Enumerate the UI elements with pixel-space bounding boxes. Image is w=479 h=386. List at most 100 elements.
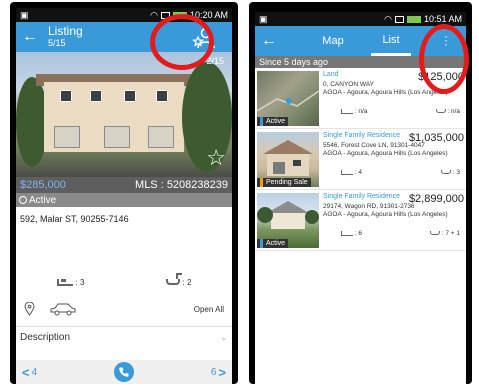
- beds-feature: : 4: [341, 169, 362, 176]
- status-tag-label: Active: [266, 240, 286, 247]
- baths-count: : n/a: [447, 108, 460, 115]
- list-item[interactable]: Pending Sale Single Family Residence $1,…: [255, 129, 466, 190]
- page-counter: 5/15: [48, 37, 66, 48]
- description-label: Description: [20, 332, 71, 343]
- status-tag: Active: [257, 117, 289, 126]
- wifi-icon: ◠: [150, 9, 158, 20]
- status-color-bar: [260, 117, 263, 126]
- listing-photo[interactable]: 2/15 ☆: [16, 52, 232, 177]
- next-listing-button[interactable]: 6 >: [211, 365, 226, 380]
- wifi-icon: ◠: [384, 13, 392, 24]
- map-pin-icon[interactable]: [24, 302, 35, 316]
- bed-icon: [341, 169, 353, 175]
- photo-garage: [104, 126, 130, 148]
- chevron-down-icon: ⌄: [219, 332, 228, 343]
- status-label: Active: [29, 194, 57, 206]
- listing-address: 5546, Forest Cove LN, 91301-4047 AGOA - …: [323, 142, 464, 158]
- beds-feature: : 3: [56, 277, 85, 287]
- notification-icon: ▣: [20, 9, 29, 20]
- beds-count: : 3: [75, 277, 85, 287]
- beds-count: : n/a: [354, 108, 368, 115]
- title-block: Listing 5/15: [48, 25, 83, 48]
- listing-info: Single Family Residence $2,899,000 29174…: [323, 193, 464, 237]
- back-arrow-icon[interactable]: ←: [261, 32, 279, 50]
- price-bar: $285,000 MLS : 5208238239: [16, 177, 232, 193]
- baths-count: : 7 + 1: [441, 230, 460, 237]
- open-all-link[interactable]: Open All: [194, 305, 224, 314]
- battery-icon: [406, 15, 421, 23]
- baths-feature: : 2: [165, 273, 192, 287]
- listing-features: : 4 : 3: [341, 169, 460, 176]
- baths-feature: : n/a: [435, 108, 460, 115]
- bath-icon: [429, 231, 440, 236]
- beds-count: : 6: [354, 230, 363, 237]
- bath-icon: [440, 170, 451, 175]
- listing-detail-phone: ▣ ◠ 10:20 AM ← Listing 5/15 2/15 ☆ $285,…: [10, 2, 238, 384]
- car-icon[interactable]: [49, 302, 77, 316]
- clock: 10:51 AM: [423, 14, 462, 24]
- photo-window: [60, 90, 72, 102]
- previous-number: 4: [31, 366, 38, 378]
- bottom-nav: < 4 6 >: [16, 360, 232, 384]
- status-color-bar: [260, 178, 263, 187]
- listing-price: $285,000: [20, 179, 66, 191]
- photo-window: [124, 90, 136, 102]
- baths-feature: : 7 + 1: [429, 230, 460, 237]
- status-color-bar: [260, 239, 263, 248]
- chevron-right-icon: >: [218, 364, 226, 380]
- address-line2: AGOA - Agoura, Agoura Hills (Los Angeles…: [323, 150, 448, 158]
- list-item[interactable]: Active Single Family Residence $2,899,00…: [255, 190, 466, 251]
- beds-feature: : n/a: [341, 108, 367, 115]
- listing-price: $2,899,000: [408, 193, 464, 205]
- listings-list-phone: ▣ ◠ 10:51 AM ← Map List · · · Since 5 days…: [249, 2, 472, 384]
- previous-listing-button[interactable]: < 4: [22, 365, 37, 380]
- signal-icon: [394, 15, 404, 23]
- listing-features: : n/a : n/a: [341, 108, 460, 115]
- chevron-left-icon: <: [22, 364, 30, 380]
- bath-icon: [165, 273, 182, 285]
- photo-window: [90, 90, 102, 102]
- listing-address: 29174, Wagon RD, 91301-2736 AGOA - Agour…: [323, 203, 464, 219]
- status-dot-icon: [19, 196, 27, 204]
- photo-counter: 2/15: [206, 56, 224, 66]
- baths-count: : 3: [452, 169, 460, 176]
- status-tag-label: Active: [266, 118, 286, 125]
- photo-window: [156, 90, 168, 102]
- status-bar: ▣ ◠ 10:51 AM: [255, 12, 466, 26]
- beds-count: : 4: [354, 169, 363, 176]
- notification-icon: ▣: [259, 13, 268, 24]
- listing-features: : 6 : 7 + 1: [341, 230, 460, 237]
- status-row: Active: [16, 193, 232, 207]
- highlight-circle: [419, 24, 469, 94]
- photo-garage: [148, 126, 174, 148]
- status-tag-label: Pending Sale: [266, 179, 308, 186]
- back-arrow-icon[interactable]: ←: [22, 28, 40, 46]
- beds-feature: : 6: [341, 230, 362, 237]
- listing-info: Single Family Residence $1,035,000 5546,…: [323, 132, 464, 176]
- listing-price: $1,035,000: [408, 132, 464, 144]
- baths-count: : 2: [182, 277, 192, 287]
- mls-number: MLS : 5208238239: [135, 179, 228, 191]
- bath-icon: [435, 109, 446, 114]
- highlight-circle: [150, 14, 214, 70]
- photo-house: [44, 82, 184, 152]
- phone-icon: [119, 367, 129, 377]
- listing-thumbnail: Pending Sale: [257, 132, 319, 187]
- description-row[interactable]: Description ⌄: [16, 326, 232, 348]
- photo-garage: [54, 126, 80, 148]
- tab-map[interactable]: Map: [313, 26, 353, 56]
- favorite-star-icon[interactable]: ☆: [206, 145, 226, 171]
- listing-thumbnail: Active: [257, 71, 319, 126]
- page-title: Listing: [48, 24, 83, 39]
- bed-icon: [56, 278, 73, 286]
- status-tag: Active: [257, 239, 289, 248]
- address-line2: AGOA - Agoura, Agoura Hills (Los Angeles…: [323, 211, 448, 219]
- bed-icon: [341, 108, 353, 114]
- bed-icon: [341, 230, 353, 236]
- features-row: : 3 : 2: [16, 272, 232, 292]
- listing-thumbnail: Active: [257, 193, 319, 248]
- baths-feature: : 3: [440, 169, 460, 176]
- tab-list[interactable]: List: [371, 26, 411, 56]
- call-button[interactable]: [114, 362, 134, 382]
- next-number: 6: [210, 366, 217, 378]
